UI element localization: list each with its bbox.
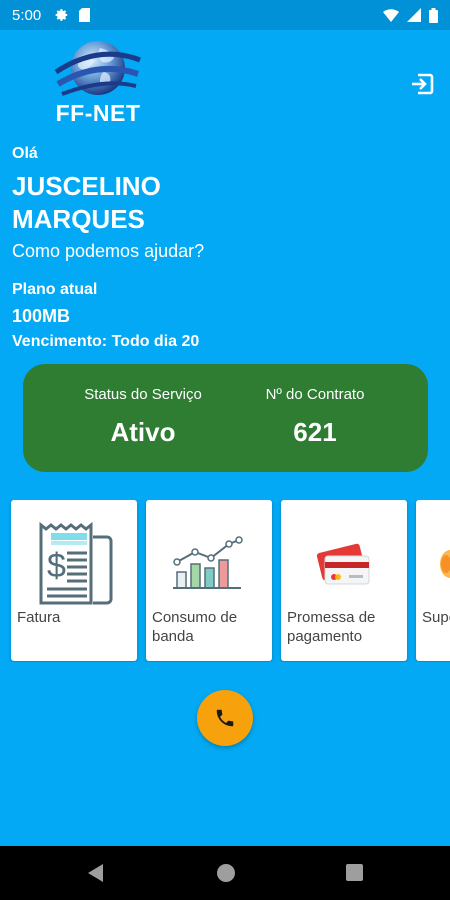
wifi-icon	[383, 9, 399, 22]
home-icon[interactable]	[216, 863, 236, 883]
menu-label: Consumo de banda	[152, 609, 238, 645]
settings-icon	[55, 8, 69, 22]
brand-name: FF-NET	[55, 100, 141, 126]
logout-button[interactable]	[408, 70, 436, 98]
back-icon[interactable]	[86, 863, 104, 883]
sd-card-icon	[79, 8, 91, 22]
user-name: JUSCELINO MARQUES	[12, 171, 161, 234]
logout-icon	[412, 73, 434, 95]
menu-label: Suporte	[422, 609, 450, 626]
menu-carousel[interactable]: $ Fatura Consumo de banda Promessa de pa…	[0, 500, 450, 662]
service-status-value: Ativo	[110, 417, 176, 447]
menu-card-fatura[interactable]: $ Fatura	[11, 500, 137, 661]
bar-chart-icon	[173, 536, 243, 589]
menu-card-suporte[interactable]: Suporte	[416, 500, 450, 661]
plan-value: 100MB	[12, 306, 71, 326]
phone-icon	[216, 709, 234, 727]
invoice-icon: $	[39, 521, 113, 605]
status-right	[383, 7, 438, 23]
menu-card-promessa[interactable]: Promessa de pagamento	[281, 500, 407, 661]
menu-label: Promessa de pagamento	[287, 609, 376, 645]
plan-label: Plano atual	[12, 281, 98, 298]
due-date: Vencimento: Todo dia 20	[12, 333, 200, 350]
greeting: Olá	[12, 145, 38, 162]
contract-number: Nº do Contrato 621	[225, 386, 405, 448]
svg-text:$: $	[47, 547, 66, 585]
call-button[interactable]	[197, 690, 253, 746]
contract-value: 621	[293, 417, 337, 447]
service-status-card: Status do Serviço Ativo Nº do Contrato 6…	[23, 364, 428, 472]
help-text: Como podemos ajudar?	[12, 241, 205, 261]
status-time: 5:00	[12, 6, 42, 24]
credit-card-icon	[316, 543, 370, 585]
contract-label: Nº do Contrato	[265, 386, 365, 403]
status-bar: 5:00	[0, 0, 450, 30]
signal-icon	[407, 8, 421, 22]
menu-label: Fatura	[17, 609, 61, 626]
menu-card-consumo[interactable]: Consumo de banda	[146, 500, 272, 661]
support-icon	[440, 550, 450, 578]
service-status: Status do Serviço Ativo	[53, 386, 233, 448]
recents-icon[interactable]	[345, 863, 364, 882]
battery-icon	[429, 7, 438, 23]
brand-logo: FF-NET	[48, 38, 148, 130]
service-status-label: Status do Serviço	[84, 386, 202, 403]
system-nav-bar	[0, 846, 450, 900]
